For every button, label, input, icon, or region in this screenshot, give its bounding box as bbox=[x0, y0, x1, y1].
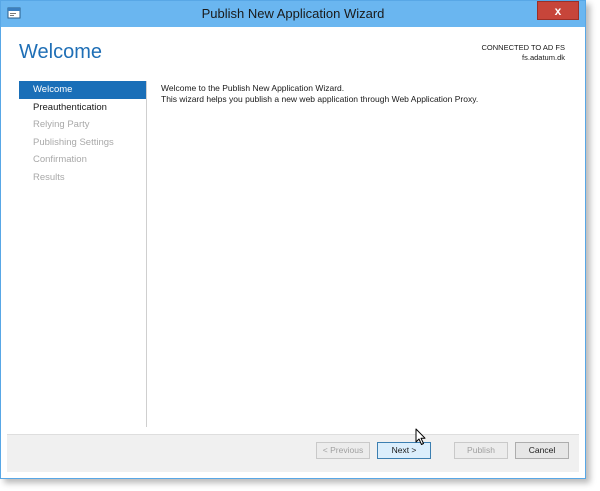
connection-label: CONNECTED TO AD FS bbox=[481, 43, 566, 52]
close-button[interactable]: x bbox=[537, 1, 579, 20]
mouse-pointer-icon bbox=[415, 428, 427, 446]
close-icon: x bbox=[554, 4, 562, 18]
connection-status: CONNECTED TO AD FS fs.adatum.dk bbox=[482, 43, 566, 63]
step-relying-party: Relying Party bbox=[33, 119, 90, 130]
cancel-button[interactable]: Cancel bbox=[515, 442, 569, 459]
description-line: This wizard helps you publish a new web … bbox=[161, 94, 479, 104]
publish-button[interactable]: Publish bbox=[454, 442, 508, 459]
welcome-text: Welcome to the Publish New Application W… bbox=[161, 83, 478, 105]
wizard-content: Welcome CONNECTED TO AD FS fs.adatum.dk … bbox=[7, 27, 579, 472]
window-title: Publish New Application Wizard bbox=[201, 6, 385, 21]
button-bar: < Previous Next > Publish Cancel bbox=[7, 434, 579, 472]
step-results: Results bbox=[33, 171, 65, 183]
step-welcome[interactable]: Welcome bbox=[19, 81, 146, 99]
wizard-window: Publish New Application Wizard x Welcome… bbox=[0, 0, 586, 479]
connection-server: fs.adatum.dk bbox=[522, 53, 565, 62]
wizard-step-list: Welcome Preauthentication Relying Party … bbox=[19, 81, 147, 427]
step-publishing-settings: Publishing Settings bbox=[33, 136, 114, 148]
step-preauthentication[interactable]: Preauthentication bbox=[19, 99, 146, 117]
welcome-line: Welcome to the Publish New Application W… bbox=[161, 83, 345, 93]
page-title: Welcome bbox=[19, 41, 102, 63]
title-bar[interactable]: Publish New Application Wizard x bbox=[1, 1, 585, 27]
previous-button[interactable]: < Previous bbox=[316, 442, 370, 459]
step-confirmation: Confirmation bbox=[33, 154, 87, 165]
